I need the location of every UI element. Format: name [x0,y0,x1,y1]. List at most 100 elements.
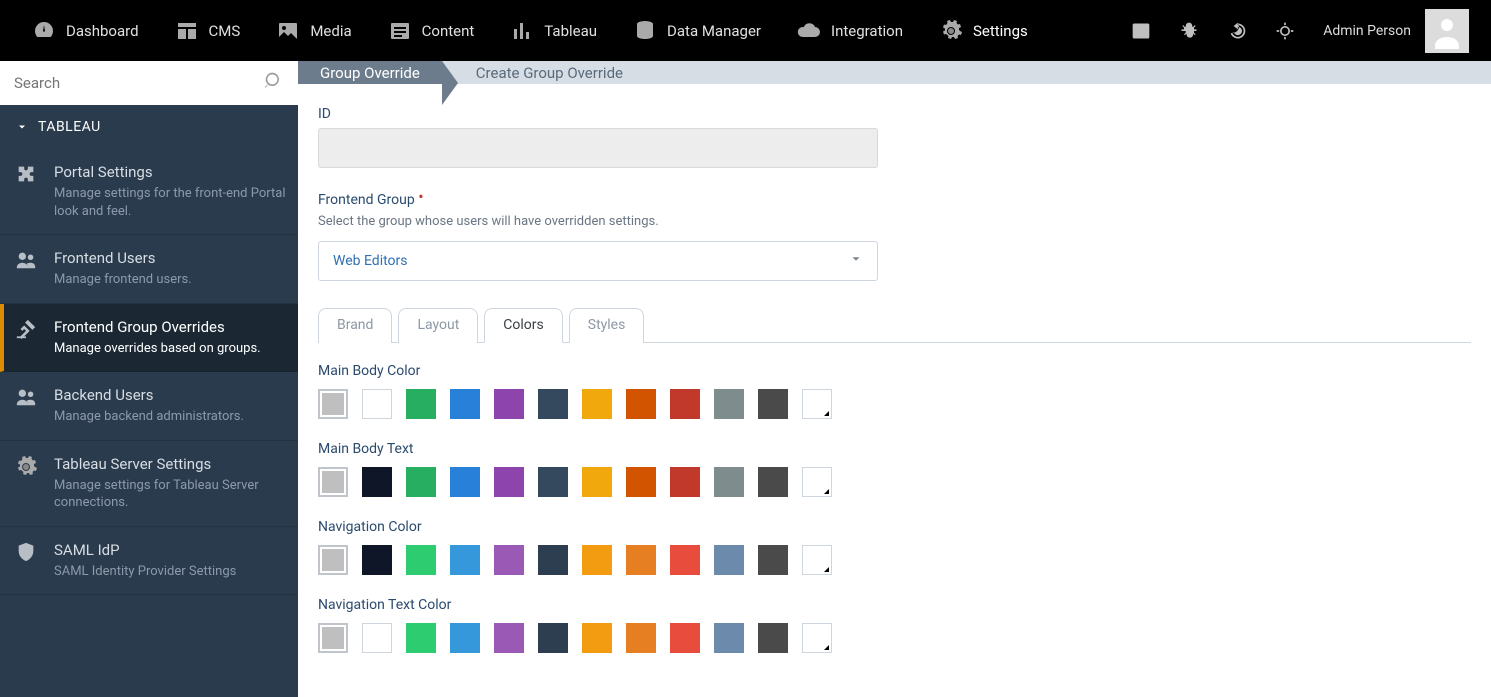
gavel-icon [12,318,40,358]
color-swatch[interactable] [582,545,612,575]
topnav-item-data-manager[interactable]: Data Manager [615,0,779,61]
topnav-item-cms[interactable]: CMS [157,0,259,61]
sidebar-item-title: Portal Settings [54,163,286,181]
sidebar-item-desc: Manage overrides based on groups. [54,340,286,358]
color-swatch[interactable] [406,467,436,497]
color-swatch[interactable] [494,389,524,419]
color-swatch[interactable] [538,389,568,419]
color-swatch[interactable] [362,545,392,575]
color-swatch[interactable] [538,545,568,575]
color-palette [318,389,1471,419]
color-swatch-selected[interactable] [318,389,348,419]
color-swatch[interactable] [626,467,656,497]
tab-styles[interactable]: Styles [569,308,645,343]
topnav-item-integration[interactable]: Integration [779,0,921,61]
color-swatch[interactable] [582,467,612,497]
color-swatch[interactable] [714,623,744,653]
color-swatch[interactable] [670,467,700,497]
id-label: ID [318,106,1471,122]
color-swatch-custom[interactable] [802,467,832,497]
topnav-label: CMS [209,22,241,40]
search-input[interactable] [14,74,264,92]
color-swatch[interactable] [670,623,700,653]
tab-colors[interactable]: Colors [484,308,562,343]
sidebar-item-tableau-server-settings[interactable]: Tableau Server SettingsManage settings f… [0,441,298,527]
color-swatch[interactable] [406,389,436,419]
sidebar-item-saml-idp[interactable]: SAML IdPSAML Identity Provider Settings [0,527,298,596]
color-swatch[interactable] [406,623,436,653]
color-section-label: Navigation Color [318,519,1471,535]
color-swatch-custom[interactable] [802,389,832,419]
topnav-item-content[interactable]: Content [370,0,493,61]
breadcrumb: Group Override Create Group Override [298,61,1491,84]
sidebar-search[interactable] [0,61,298,105]
color-palette [318,467,1471,497]
color-swatch-custom[interactable] [802,623,832,653]
color-swatch[interactable] [714,545,744,575]
sidebar-item-portal-settings[interactable]: Portal SettingsManage settings for the f… [0,149,298,235]
color-swatch-selected[interactable] [318,623,348,653]
user-menu[interactable]: Admin Person [1323,9,1469,53]
color-swatch[interactable] [626,623,656,653]
color-swatch[interactable] [362,623,392,653]
database-icon [633,19,657,43]
color-swatch[interactable] [450,467,480,497]
sidebar-item-frontend-group-overrides[interactable]: Frontend Group OverridesManage overrides… [0,304,298,373]
color-swatch[interactable] [406,545,436,575]
color-swatch[interactable] [714,389,744,419]
color-swatch[interactable] [494,545,524,575]
breadcrumb-root[interactable]: Group Override [298,61,442,84]
color-swatch-selected[interactable] [318,545,348,575]
color-swatch[interactable] [758,389,788,419]
bug-icon[interactable] [1179,21,1199,41]
color-section-label: Main Body Text [318,441,1471,457]
color-swatch[interactable] [758,623,788,653]
color-swatch-custom[interactable] [802,545,832,575]
search-icon [264,71,284,95]
topnav-item-media[interactable]: Media [258,0,369,61]
color-swatch[interactable] [582,623,612,653]
color-swatch[interactable] [494,467,524,497]
image-icon [276,19,300,43]
color-swatch[interactable] [758,467,788,497]
color-swatch[interactable] [450,623,480,653]
color-swatch[interactable] [362,389,392,419]
cms-icon [175,19,199,43]
target-icon[interactable] [1275,21,1295,41]
color-swatch[interactable] [670,545,700,575]
color-swatch[interactable] [538,623,568,653]
color-swatch[interactable] [450,545,480,575]
color-swatch[interactable] [626,545,656,575]
color-swatch[interactable] [714,467,744,497]
color-swatch[interactable] [450,389,480,419]
gear-icon [939,19,963,43]
book-icon[interactable] [1131,21,1151,41]
tab-layout[interactable]: Layout [398,308,478,343]
sidebar-item-title: Backend Users [54,386,286,404]
topnav-item-dashboard[interactable]: Dashboard [14,0,157,61]
user-name: Admin Person [1323,23,1411,39]
color-swatch[interactable] [538,467,568,497]
frontend-group-help: Select the group whose users will have o… [318,214,1471,229]
color-section-main-body-text: Main Body Text [318,441,1471,497]
color-swatch[interactable] [582,389,612,419]
cloud-icon [797,19,821,43]
tab-brand[interactable]: Brand [318,308,392,343]
sidebar-section-header[interactable]: TABLEAU [0,105,298,149]
color-swatch[interactable] [626,389,656,419]
topnav-label: Data Manager [667,22,761,40]
color-swatch[interactable] [362,467,392,497]
sidebar-item-backend-users[interactable]: Backend UsersManage backend administrato… [0,372,298,441]
color-swatch[interactable] [494,623,524,653]
color-swatch-selected[interactable] [318,467,348,497]
topnav-label: Content [422,22,475,40]
sidebar-item-frontend-users[interactable]: Frontend UsersManage frontend users. [0,235,298,304]
color-swatch[interactable] [670,389,700,419]
color-swatch[interactable] [758,545,788,575]
topnav-item-settings[interactable]: Settings [921,0,1046,61]
sidebar-item-desc: SAML Identity Provider Settings [54,563,286,581]
frontend-group-select[interactable]: Web Editors [318,241,878,281]
history-icon[interactable] [1227,21,1247,41]
topnav-item-tableau[interactable]: Tableau [492,0,615,61]
color-section-main-body-color: Main Body Color [318,363,1471,419]
